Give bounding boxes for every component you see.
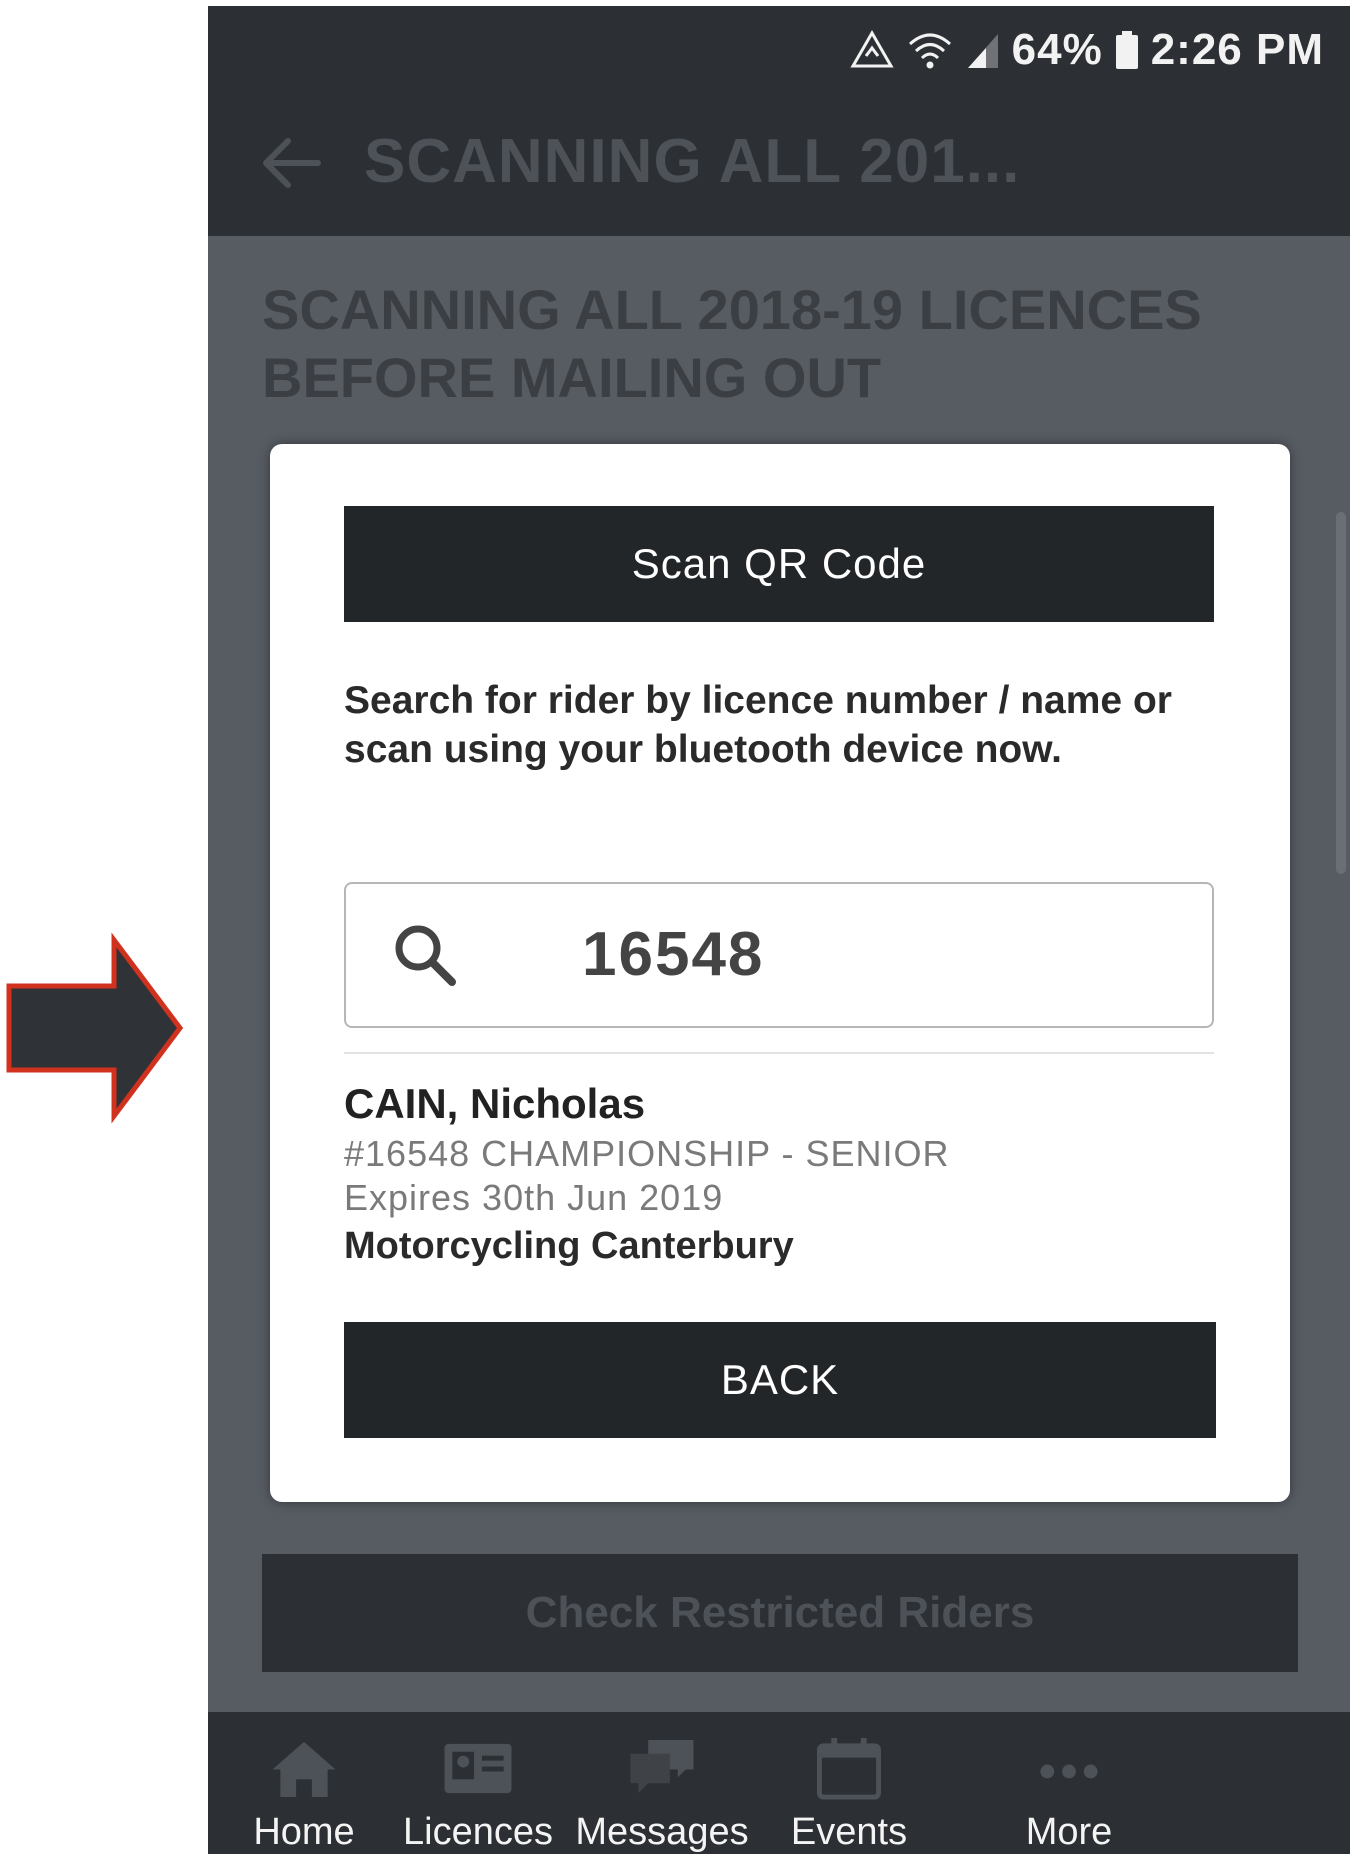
more-dots-icon [1040,1764,1098,1779]
nav-label-more: More [1025,1811,1113,1853]
app-bar: SCANNING ALL 201... [208,92,1350,236]
rider-licence-number: #16548 CHAMPIONSHIP - SENIOR [344,1133,950,1174]
rider-licence-expiry: Expires 30th Jun 2019 [344,1177,724,1218]
rider-search-dialog: Scan QR Code Search for rider by licence… [270,444,1290,1502]
nav-item-messages[interactable]: Messages [572,1712,752,1854]
signal-icon [966,30,1000,70]
nav-label-home: Home [253,1811,355,1853]
rider-result[interactable]: CAIN, Nicholas #16548 CHAMPIONSHIP - SEN… [344,1076,1224,1272]
phone-screen: 64% 2:26 PM SCANNING ALL 201... SCANNING… [208,6,1350,1854]
rider-name: CAIN, Nicholas [344,1080,646,1127]
back-arrow-icon[interactable] [260,132,322,194]
nav-item-events[interactable]: Events [756,1712,942,1854]
divider [344,1052,1214,1054]
app-bar-title: SCANNING ALL 201... [364,127,1021,196]
battery-percent: 64% [1011,25,1103,74]
status-time: 2:26 PM [1150,25,1324,74]
search-icon [395,925,456,986]
licence-card-icon [444,1743,512,1794]
annotation-arrow-icon [6,932,184,1124]
check-restricted-riders-button[interactable]: Check Restricted Riders [262,1554,1298,1672]
search-input[interactable] [582,906,1142,1002]
nav-label-messages: Messages [575,1811,749,1853]
scan-qr-code-button[interactable]: Scan QR Code [344,506,1214,622]
bottom-nav: Home Licences Messages Events More [208,1712,1350,1854]
battery-icon [1115,30,1139,70]
wifi-icon [906,30,954,70]
search-instructions: Search for rider by licence number / nam… [344,679,1172,771]
status-indicators: 64% 2:26 PM [850,20,1324,80]
messages-icon [630,1739,694,1794]
nav-label-licences: Licences [403,1811,553,1853]
back-button[interactable]: BACK [344,1322,1216,1438]
data-saver-icon [850,30,894,70]
calendar-icon [816,1737,882,1800]
home-icon [272,1741,336,1798]
nav-item-licences[interactable]: Licences [386,1712,570,1854]
scroll-indicator[interactable] [1336,512,1346,874]
nav-label-events: Events [790,1811,908,1853]
page-heading: SCANNING ALL 2018-19 LICENCES BEFORE MAI… [262,278,1202,409]
nav-item-home[interactable]: Home [208,1712,400,1854]
rider-club: Motorcycling Canterbury [344,1225,794,1267]
nav-item-more[interactable]: More [976,1712,1162,1854]
search-box[interactable] [344,882,1214,1028]
status-bar: 64% 2:26 PM [208,6,1350,92]
